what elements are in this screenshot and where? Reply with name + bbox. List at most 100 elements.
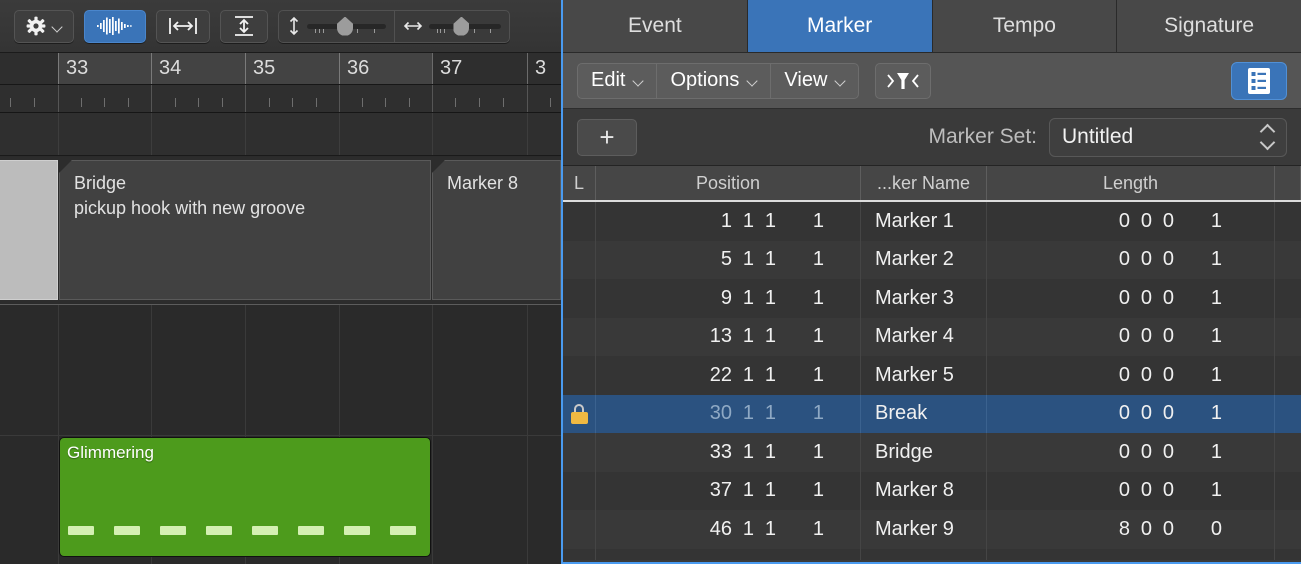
row-length-cell[interactable]: 0001 [987,395,1275,434]
row-lock-cell[interactable] [563,433,596,472]
row-name-cell[interactable]: Bridge [861,433,987,472]
table-row[interactable]: 9111 Marker 3 0001 [563,279,1301,318]
tab-event[interactable]: Event [563,0,748,53]
view-menu-label: View [784,69,827,92]
arrange-area: 33 34 35 36 37 3 Bridge pickup hoo [0,0,561,564]
marker-region-marker8[interactable]: Marker 8 [432,160,561,300]
row-length-cell[interactable]: 0001 [987,318,1275,357]
row-lock-cell[interactable] [563,318,596,357]
track-area[interactable]: Glimmering [0,304,561,564]
row-position-cell[interactable]: 33111 [596,433,861,472]
marker-set-value: Untitled [1062,125,1133,149]
row-lock-cell[interactable] [563,356,596,395]
row-lock-cell[interactable] [563,395,596,434]
row-position-cell[interactable]: 37111 [596,472,861,511]
bar-ruler[interactable]: 33 34 35 36 37 3 [0,53,561,85]
row-length-cell[interactable]: 8000 [987,510,1275,549]
vertical-zoom-slider[interactable] [279,11,394,42]
row-position-cell[interactable]: 13111 [596,318,861,357]
row-length-cell[interactable]: 0001 [987,356,1275,395]
tab-tempo[interactable]: Tempo [933,0,1118,53]
row-position-cell[interactable]: 5111 [596,241,861,280]
row-extra-cell[interactable] [1275,241,1301,280]
horizontal-zoom-knob[interactable] [453,17,469,36]
row-length-cell[interactable]: 0001 [987,241,1275,280]
add-marker-button[interactable]: + [577,119,637,156]
beat-ruler[interactable] [0,85,561,113]
row-extra-cell[interactable] [1275,395,1301,434]
table-row[interactable]: 37111 Marker 8 0001 [563,472,1301,511]
table-row[interactable]: 1111 Marker 1 0001 [563,202,1301,241]
row-extra-cell[interactable] [1275,318,1301,357]
horizontal-zoom-slider[interactable] [394,11,509,42]
row-position-cell[interactable]: 9111 [596,279,861,318]
vertical-zoom-track[interactable] [307,24,386,29]
len-bar: 0 [1096,402,1130,425]
row-extra-cell[interactable] [1275,202,1301,241]
table-row[interactable]: 33111 Bridge 0001 [563,433,1301,472]
fit-vertical-button[interactable] [220,10,268,43]
row-name-cell[interactable]: Break [861,395,987,434]
marker-set-select[interactable]: Untitled [1049,118,1287,157]
filter-button[interactable] [875,63,931,99]
column-header-marker-name[interactable]: ...ker Name [861,166,987,200]
marker-region-partial[interactable] [0,160,58,300]
row-name-cell[interactable]: Marker 9 [861,510,987,549]
row-lock-cell[interactable] [563,472,596,511]
marker-table-body[interactable]: 1111 Marker 1 0001 5111 Marker 2 0001 [563,202,1301,560]
settings-button[interactable] [14,10,74,43]
row-length-cell[interactable]: 0001 [987,279,1275,318]
row-lock-cell[interactable] [563,510,596,549]
list-view-button[interactable] [1231,62,1287,100]
column-header-length[interactable]: Length [987,166,1275,200]
row-position-cell[interactable]: 1111 [596,202,861,241]
row-position-cell[interactable]: 46111 [596,510,861,549]
lock-icon[interactable] [571,404,588,424]
tab-marker[interactable]: Marker [748,0,933,53]
table-row[interactable]: 13111 Marker 4 0001 [563,318,1301,357]
column-header-extra[interactable] [1275,166,1301,200]
row-name-cell[interactable]: Marker 8 [861,472,987,511]
row-lock-cell[interactable] [563,241,596,280]
options-menu-button[interactable]: Options [657,63,771,99]
row-length-cell[interactable]: 0001 [987,433,1275,472]
tab-signature[interactable]: Signature [1117,0,1301,53]
table-row-selected[interactable]: 30111 Break 0001 [563,395,1301,434]
pos-beat: 1 [732,402,754,425]
row-name-cell[interactable]: Marker 2 [861,241,987,280]
audio-region-glimmering[interactable]: Glimmering [59,437,431,557]
row-position-cell[interactable]: 30111 [596,395,861,434]
row-length-cell[interactable]: 0001 [987,472,1275,511]
row-name-cell[interactable]: Marker 5 [861,356,987,395]
row-lock-cell[interactable] [563,279,596,318]
marker-region-bridge[interactable]: Bridge pickup hook with new groove [59,160,431,300]
row-position-cell[interactable]: 22111 [596,356,861,395]
table-row[interactable]: 22111 Marker 5 0001 [563,356,1301,395]
row-lock-cell[interactable] [563,202,596,241]
column-header-lock[interactable]: L [563,166,596,200]
row-name-cell[interactable]: Marker 1 [861,202,987,241]
vertical-zoom-knob[interactable] [337,17,353,36]
waveform-toggle-button[interactable] [84,10,146,43]
row-length-cell [987,549,1275,561]
horizontal-zoom-track[interactable] [429,24,501,29]
marker-track-lane[interactable] [0,113,561,156]
row-name-cell[interactable]: Marker 3 [861,279,987,318]
row-extra-cell[interactable] [1275,433,1301,472]
table-row[interactable]: 46111 Marker 9 8000 [563,510,1301,549]
pos-tick: 1 [776,518,824,541]
column-header-position[interactable]: Position [596,166,861,200]
row-extra-cell[interactable] [1275,279,1301,318]
pos-div: 1 [754,364,776,387]
row-extra-cell[interactable] [1275,356,1301,395]
edit-menu-button[interactable]: Edit [577,63,657,99]
row-extra-cell[interactable] [1275,472,1301,511]
row-length-cell[interactable]: 0001 [987,202,1275,241]
table-row-empty[interactable] [563,549,1301,561]
row-extra-cell[interactable] [1275,510,1301,549]
row-name-cell[interactable]: Marker 4 [861,318,987,357]
view-menu-button[interactable]: View [771,63,859,99]
stepper-arrows-icon[interactable] [1260,125,1274,149]
table-row[interactable]: 5111 Marker 2 0001 [563,241,1301,280]
fit-horizontal-button[interactable] [156,10,210,43]
